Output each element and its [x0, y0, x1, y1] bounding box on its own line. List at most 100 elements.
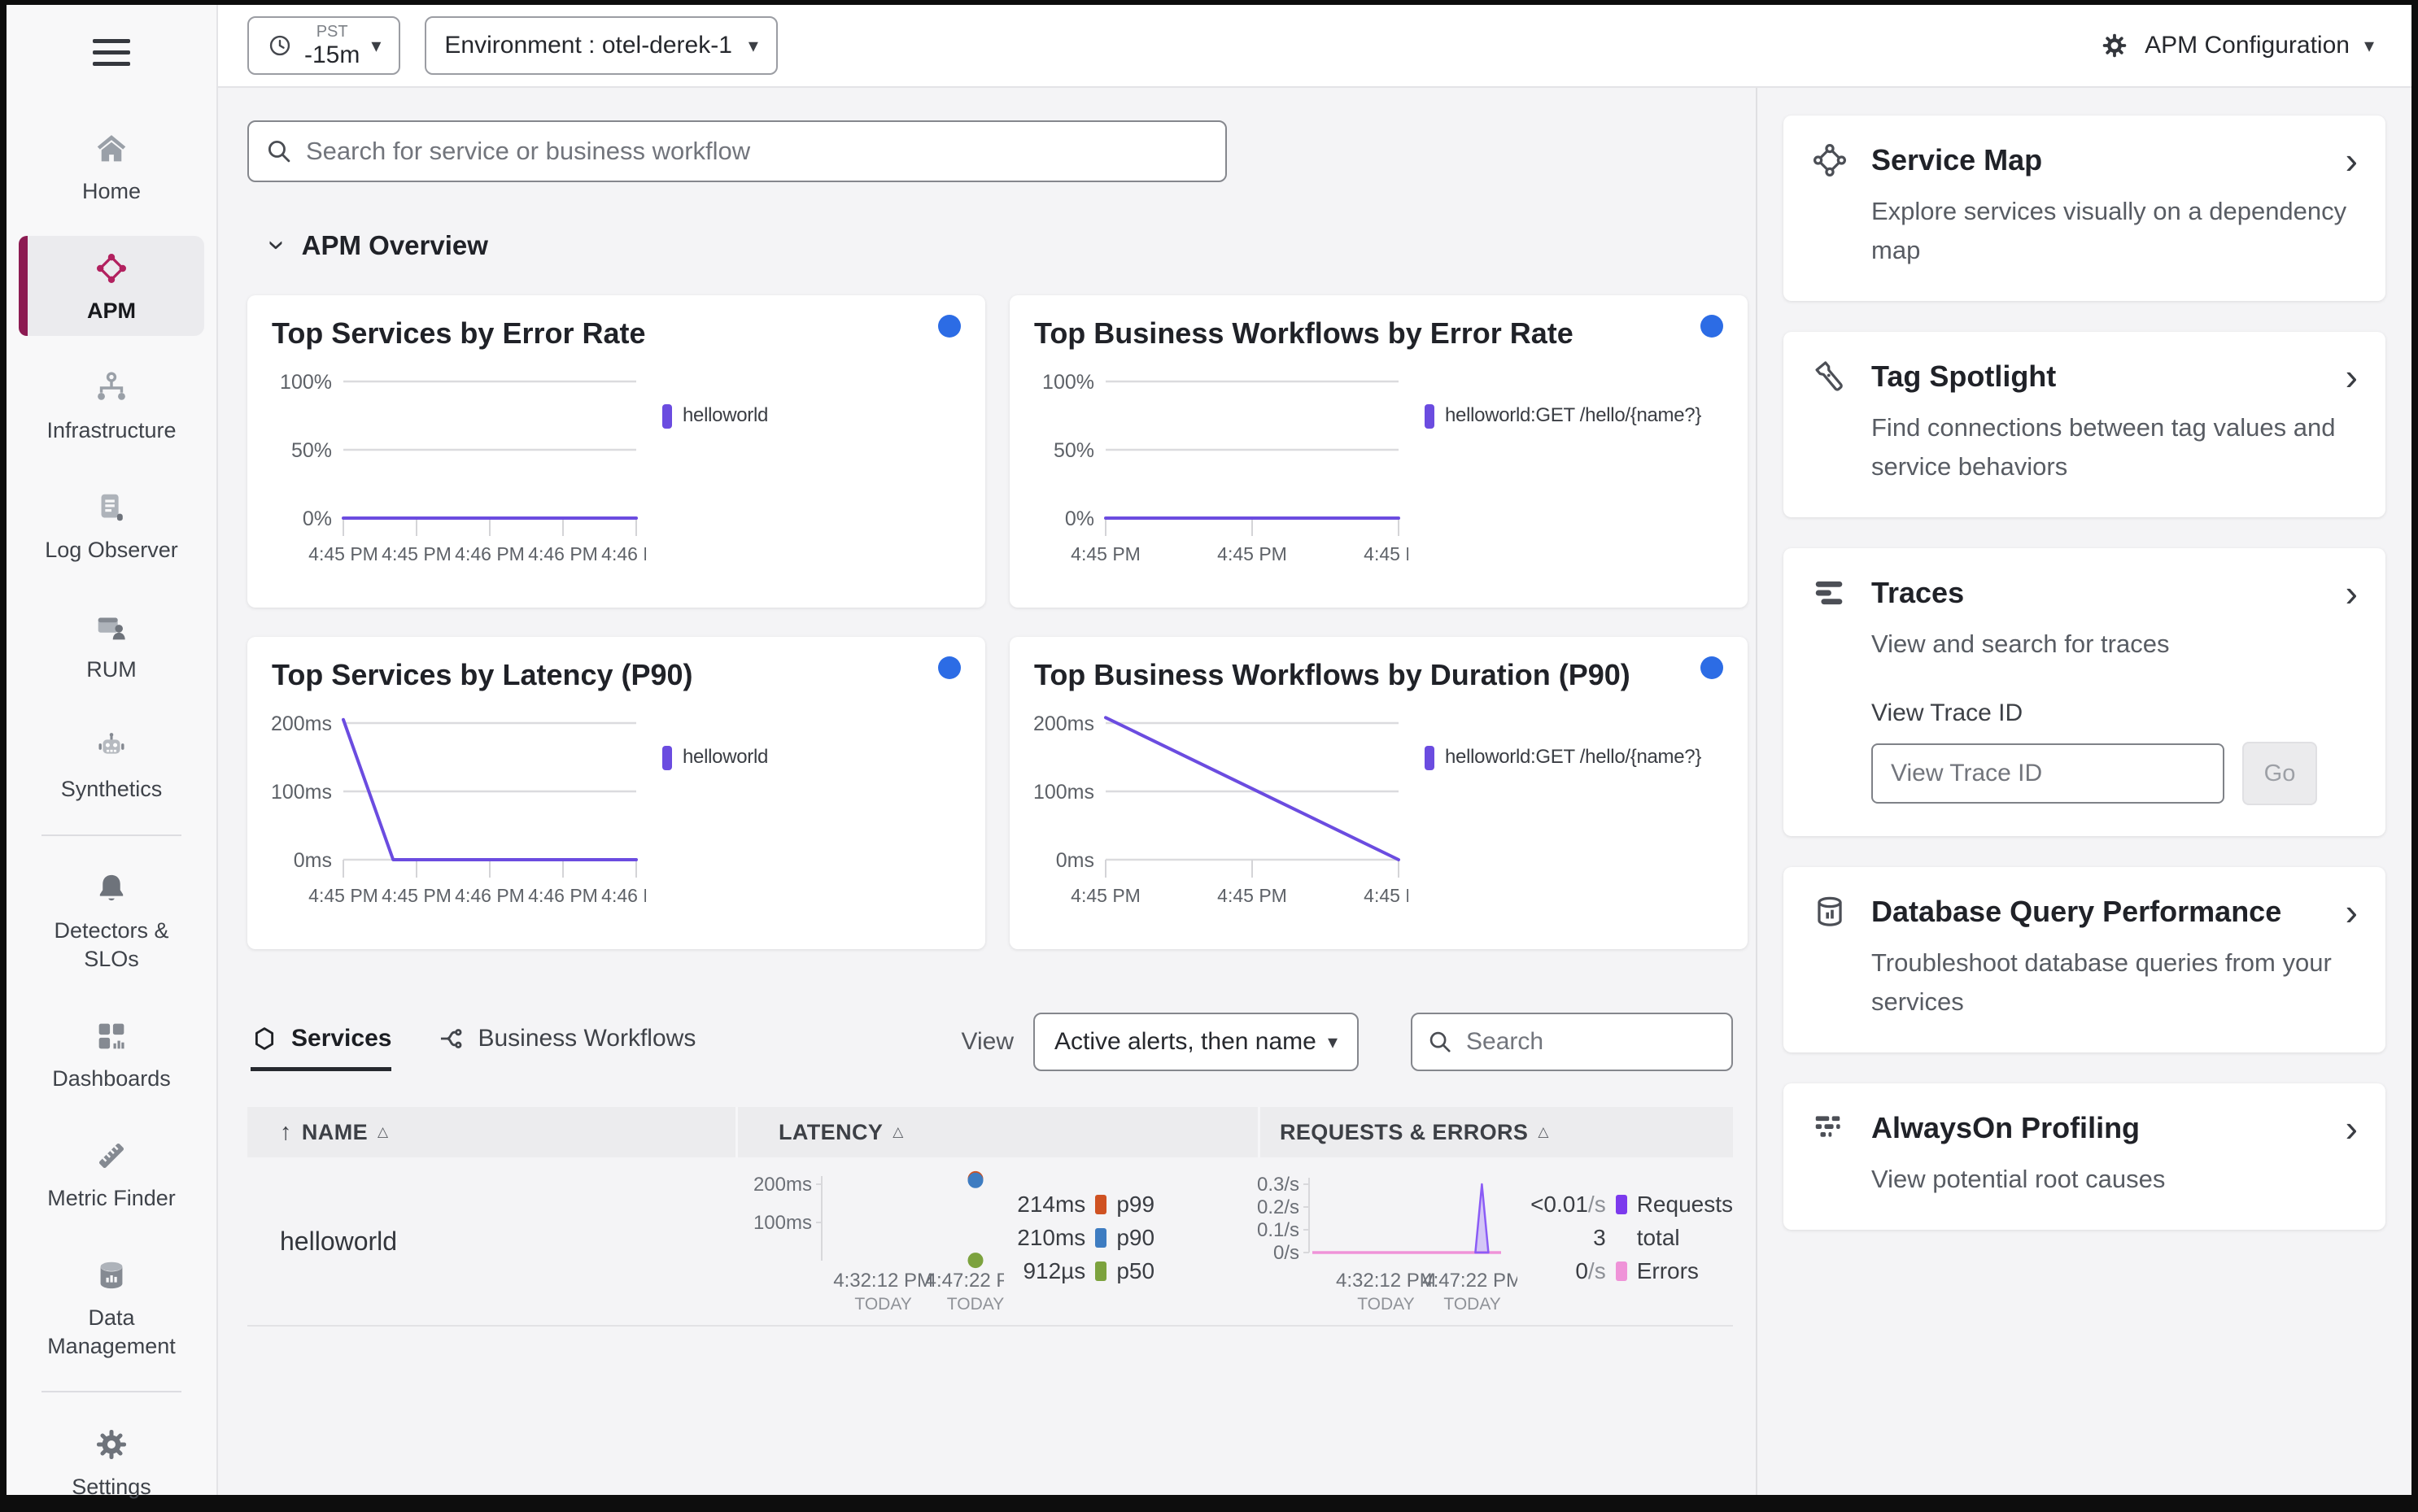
- svg-text:0.3/s: 0.3/s: [1257, 1174, 1299, 1196]
- svg-text:200ms: 200ms: [753, 1174, 812, 1196]
- services-tabs-row: Services Business Workflows View Active …: [247, 1013, 1733, 1083]
- svg-text:4:47:22 PM: 4:47:22 PM: [1422, 1270, 1517, 1292]
- tab-business-workflows[interactable]: Business Workflows: [437, 1025, 696, 1071]
- chart-card-workflows-error-rate: Top Business Workflows by Error Rate 100…: [1010, 295, 1748, 608]
- card-description: Explore services visually on a dependenc…: [1871, 197, 2347, 265]
- latency-p99-value: 214ms: [1017, 1192, 1086, 1217]
- chevron-down-icon: ▾: [748, 34, 758, 57]
- column-label: LATENCY: [779, 1119, 884, 1144]
- chart-card-workflows-duration: Top Business Workflows by Duration (P90)…: [1010, 637, 1748, 949]
- sidebar-item-home[interactable]: Home: [19, 116, 204, 216]
- svg-text:4:46 PM: 4:46 PM: [455, 543, 525, 564]
- requests-rate-value: <0.01/s: [1530, 1192, 1606, 1217]
- active-indicator: [19, 236, 28, 337]
- view-sort-dropdown[interactable]: Active alerts, then name ▾: [1033, 1013, 1359, 1071]
- database-query-icon: [1811, 893, 1848, 930]
- traces-icon: [1811, 574, 1848, 612]
- alwayson-profiling-card[interactable]: AlwaysOn Profiling › View potential root…: [1783, 1083, 2385, 1231]
- column-header-name[interactable]: ↑ NAME △: [247, 1107, 735, 1157]
- sidebar-item-log-observer[interactable]: Log Observer: [19, 475, 204, 575]
- apm-icon: [93, 250, 130, 287]
- gear-icon: [93, 1426, 130, 1463]
- chart-title: Top Business Workflows by Duration (P90): [1034, 658, 1630, 691]
- svg-text:100ms: 100ms: [1034, 781, 1094, 804]
- total-label: total: [1636, 1225, 1680, 1250]
- chevron-right-icon: ›: [2345, 891, 2358, 934]
- sort-triangle-icon: △: [893, 1124, 904, 1139]
- sidebar-item-detectors-slos[interactable]: Detectors & SLOs: [19, 856, 204, 984]
- chart-legend: helloworld:GET /hello/{name?}: [1425, 746, 1701, 915]
- line-chart: 200ms100ms0ms4:45 PM 4:45 PM 4:46 PM 4:46 P…: [272, 712, 646, 906]
- svg-text:0ms: 0ms: [1056, 849, 1094, 872]
- hamburger-menu-icon[interactable]: [93, 39, 130, 66]
- latency-sparkline: 200ms 100ms 4:32:12 PM TODAY 4:47:22 PM TODAY: [753, 1170, 1004, 1314]
- sidebar-item-label: Dashboards: [52, 1065, 171, 1091]
- database-query-performance-card[interactable]: Database Query Performance › Troubleshoo…: [1783, 867, 2385, 1053]
- sidebar-item-infrastructure[interactable]: Infrastructure: [19, 355, 204, 455]
- svg-text:4:46 PM: 4:46 PM: [528, 885, 598, 906]
- svg-text:4:46 PM: 4:46 PM: [528, 543, 598, 564]
- sort-triangle-icon: △: [378, 1124, 389, 1139]
- svg-text:4:47:22 PM: 4:47:22 PM: [926, 1270, 1004, 1292]
- sidebar-item-label: Infrastructure: [46, 418, 177, 443]
- service-map-card[interactable]: Service Map › Explore services visually …: [1783, 115, 2385, 302]
- table-header: ↑ NAME △ LATENCY △ REQUESTS & ERRORS △: [247, 1107, 1733, 1157]
- p50-swatch: [1095, 1261, 1107, 1281]
- sidebar-item-label: Settings: [72, 1475, 151, 1500]
- view-label: View: [961, 1028, 1014, 1055]
- sidebar-item-rum[interactable]: RUM: [19, 595, 204, 695]
- svg-text:TODAY: TODAY: [1357, 1295, 1414, 1314]
- apm-configuration-menu[interactable]: APM Configuration ▾: [2099, 30, 2374, 61]
- sidebar-item-synthetics[interactable]: Synthetics: [19, 714, 204, 814]
- traces-card[interactable]: Traces › View and search for traces View…: [1783, 548, 2385, 837]
- sidebar-divider: [41, 1391, 181, 1393]
- svg-text:0/s: 0/s: [1273, 1242, 1299, 1264]
- body-row: › APM Overview Top Services by Error Rat…: [218, 88, 2411, 1495]
- search-icon: [265, 137, 293, 165]
- column-label: NAME: [301, 1119, 369, 1144]
- go-button[interactable]: Go: [2242, 742, 2317, 806]
- time-picker-button[interactable]: PST -15m ▾: [247, 16, 401, 75]
- sidebar-nav: Home APM Infrastructure Log Observer RUM…: [7, 116, 216, 1512]
- service-name-link[interactable]: helloworld: [247, 1227, 719, 1257]
- collapse-chevron-icon[interactable]: ›: [260, 240, 295, 251]
- svg-text:100%: 100%: [280, 371, 332, 394]
- table-search[interactable]: [1411, 1013, 1733, 1071]
- trace-id-input[interactable]: [1871, 743, 2224, 804]
- environment-dropdown[interactable]: Environment : otel-derek-1 ▾: [425, 16, 778, 75]
- chevron-down-icon: ▾: [1327, 1031, 1338, 1053]
- column-header-requests-errors[interactable]: REQUESTS & ERRORS △: [1258, 1107, 1733, 1157]
- sidebar-item-metric-finder[interactable]: Metric Finder: [19, 1123, 204, 1223]
- service-search[interactable]: [247, 120, 1227, 182]
- sidebar-item-apm[interactable]: APM: [19, 236, 204, 337]
- svg-text:50%: 50%: [1054, 439, 1094, 462]
- chart-card-services-latency: Top Services by Latency (P90) 200ms 100ms…: [247, 637, 985, 949]
- sidebar-item-dashboards[interactable]: Dashboards: [19, 1004, 204, 1104]
- tab-services[interactable]: Services: [251, 1025, 392, 1071]
- p99-swatch: [1095, 1195, 1107, 1214]
- svg-text:4:45 PM: 4:45 PM: [1071, 543, 1141, 564]
- card-description: Find connections between tag values and …: [1871, 413, 2336, 481]
- svg-text:0.2/s: 0.2/s: [1257, 1196, 1299, 1218]
- right-panel: Service Map › Explore services visually …: [1756, 88, 2411, 1495]
- column-header-latency[interactable]: LATENCY △: [735, 1107, 1258, 1157]
- card-title: AlwaysOn Profiling: [1871, 1111, 2141, 1145]
- table-search-input[interactable]: [1464, 1027, 1717, 1057]
- main-content: › APM Overview Top Services by Error Rat…: [218, 88, 1756, 1495]
- chart-title: Top Services by Error Rate: [272, 316, 646, 350]
- app-window: Home APM Infrastructure Log Observer RUM…: [7, 5, 2411, 1499]
- tab-label: Business Workflows: [478, 1024, 696, 1052]
- table-row[interactable]: helloworld 200ms 100ms 4:32:12 PM TODAY 4:47…: [247, 1157, 1733, 1327]
- service-map-icon: [1811, 142, 1848, 179]
- sidebar-item-label: Detectors & SLOs: [54, 917, 169, 971]
- tag-spotlight-card[interactable]: Tag Spotlight › Find connections between…: [1783, 332, 2385, 518]
- sidebar-item-settings[interactable]: Settings: [19, 1412, 204, 1512]
- svg-text:100%: 100%: [1042, 371, 1094, 394]
- column-label: REQUESTS & ERRORS: [1280, 1119, 1529, 1144]
- line-chart: 100%50%0%4:45 PM 4:45 PM 4:46 PM 4:46 PM 4:4…: [280, 371, 646, 564]
- requests-errors-legend: <0.01/s Requests 3 total 0/s Errors: [1530, 1192, 1733, 1284]
- p90-label: p90: [1116, 1225, 1155, 1250]
- home-icon: [93, 130, 130, 168]
- sidebar-item-data-management[interactable]: Data Management: [19, 1243, 204, 1371]
- service-search-input[interactable]: [304, 136, 1209, 167]
